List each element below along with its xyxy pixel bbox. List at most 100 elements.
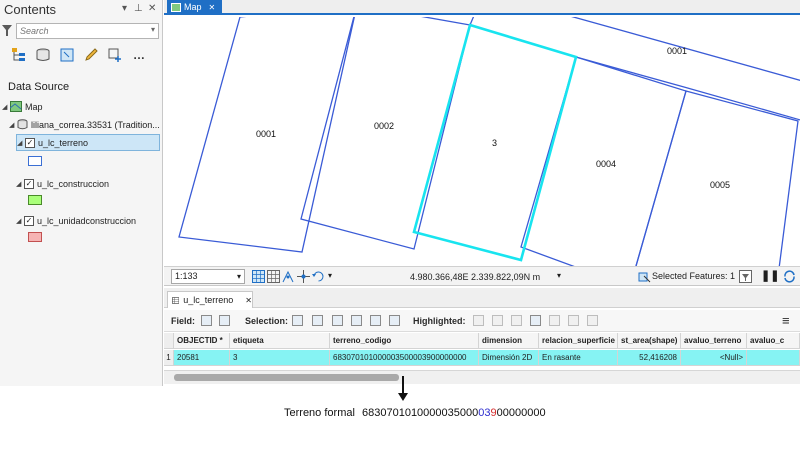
constraints-icon[interactable] — [282, 270, 295, 283]
calculate-field-icon[interactable] — [219, 315, 230, 326]
zoom-to-highlighted-icon[interactable] — [473, 315, 484, 326]
collapse-icon[interactable]: ◢ — [2, 103, 10, 111]
export-highlighted-icon[interactable] — [587, 315, 598, 326]
table-cell[interactable]: 683070101000003500003900000000 — [330, 350, 479, 366]
tree-item-layer-terreno[interactable]: ◢ ✓ u_lc_terreno — [16, 134, 160, 151]
pin-icon[interactable]: ⊥ — [134, 3, 143, 14]
select-by-attributes-icon[interactable] — [292, 315, 303, 326]
collapse-icon[interactable]: ◢ — [17, 139, 25, 147]
close-tab-icon[interactable]: ✕ — [245, 296, 252, 305]
visibility-checkbox[interactable]: ✓ — [25, 137, 35, 148]
table-grid-icon[interactable] — [267, 270, 280, 283]
unhighlight-icon[interactable] — [511, 315, 522, 326]
layer-symbol-swatch[interactable] — [28, 232, 42, 242]
parcel-0005[interactable] — [630, 90, 799, 266]
close-tab-icon[interactable]: ✕ — [209, 3, 216, 12]
switch-highlighted-icon[interactable] — [492, 315, 503, 326]
filter-icon[interactable] — [2, 25, 12, 37]
scale-dropdown[interactable]: 1:133 ▾ — [171, 269, 245, 284]
pause-drawing-icon[interactable]: ❚❚ — [761, 269, 779, 282]
selection-chip-icon[interactable] — [638, 270, 651, 283]
layer-symbol-swatch[interactable] — [28, 156, 42, 166]
snapping-icon[interactable] — [297, 270, 310, 283]
parcel-0002[interactable] — [300, 17, 471, 250]
table-cell[interactable]: 20581 — [174, 350, 230, 366]
zoom-to-selection-icon[interactable] — [312, 315, 323, 326]
column-header[interactable]: st_area(shape) — [618, 333, 681, 349]
filter-by-extent-icon[interactable] — [739, 270, 752, 283]
contents-toolbar: … — [10, 46, 148, 66]
layer-name: u_lc_terreno — [38, 137, 89, 148]
column-header[interactable]: OBJECTID * — [174, 333, 230, 349]
pane-menu-icon[interactable]: ▾ — [122, 3, 127, 14]
list-by-selection-icon[interactable] — [58, 46, 76, 64]
table-menu-icon[interactable]: ≡ — [782, 313, 790, 328]
selected-features-count[interactable]: Selected Features: 1 — [652, 271, 735, 281]
table-cell[interactable]: 3 — [230, 350, 330, 366]
search-dropdown-icon[interactable]: ▾ — [151, 25, 155, 34]
column-header[interactable]: avaluo_c — [747, 333, 800, 349]
column-header[interactable]: terreno_codigo — [330, 333, 479, 349]
close-icon[interactable]: ✕ — [148, 3, 156, 14]
search-field[interactable]: ▾ — [16, 23, 159, 39]
visibility-checkbox[interactable]: ✓ — [24, 215, 34, 226]
list-by-data-source-icon[interactable] — [34, 46, 52, 64]
copy-highlighted-icon[interactable] — [568, 315, 579, 326]
chevron-down-icon[interactable]: ▾ — [237, 270, 241, 283]
selection-label: Selection: — [245, 316, 289, 326]
tab-attribute-table[interactable]: u_lc_terreno ✕ — [167, 291, 253, 308]
list-by-drawing-order-icon[interactable] — [10, 46, 28, 64]
visibility-checkbox[interactable]: ✓ — [24, 178, 34, 189]
list-by-snapping-icon[interactable] — [106, 46, 124, 64]
grid-icon[interactable] — [252, 270, 265, 283]
column-header[interactable]: avaluo_terreno — [681, 333, 747, 349]
clear-selection-icon[interactable] — [351, 315, 362, 326]
parcel-label: 0001 — [256, 129, 276, 139]
collapse-icon[interactable]: ◢ — [16, 217, 24, 225]
layer-symbol-swatch[interactable] — [28, 195, 42, 205]
map-drawing[interactable]: 0001 0002 3 0004 0005 0001 — [164, 17, 800, 266]
delete-selection-icon[interactable] — [370, 315, 381, 326]
refresh-snap-icon[interactable] — [312, 270, 325, 283]
refresh-icon[interactable] — [783, 270, 796, 283]
table-cell[interactable]: <Null> — [681, 350, 747, 366]
copy-selection-icon[interactable] — [389, 315, 400, 326]
add-field-icon[interactable] — [201, 315, 212, 326]
scrollbar-thumb[interactable] — [174, 374, 399, 381]
switch-selection-icon[interactable] — [332, 315, 343, 326]
table-cell[interactable]: En rasante — [539, 350, 618, 366]
tree-item-layer-unidadconstruccion[interactable]: ◢ ✓ u_lc_unidadconstruccion — [16, 213, 136, 228]
delete-highlighted-icon[interactable] — [549, 315, 560, 326]
parcel-label: 3 — [492, 138, 497, 148]
chevron-down-icon[interactable]: ▾ — [328, 271, 332, 280]
map-icon — [171, 2, 181, 12]
row-header-corner — [164, 333, 174, 349]
column-header[interactable]: relacion_superficie — [539, 333, 618, 349]
parcel-label: 0001 — [667, 46, 687, 56]
collapse-icon[interactable]: ◢ — [9, 121, 17, 129]
search-input[interactable] — [17, 24, 137, 38]
caption-value: 683070101000003500003900000000 — [362, 407, 546, 419]
collapse-icon[interactable]: ◢ — [16, 180, 24, 188]
column-header[interactable]: etiqueta — [230, 333, 330, 349]
reselect-highlighted-icon[interactable] — [530, 315, 541, 326]
tree-item-database[interactable]: ◢ liliana_correa.33531 (Tradition... — [9, 117, 160, 132]
more-options-icon[interactable]: … — [130, 46, 148, 64]
attribute-grid[interactable]: OBJECTID * etiqueta terreno_codigo dimen… — [164, 333, 800, 369]
row-number[interactable]: 1 — [164, 350, 174, 366]
map-canvas[interactable]: 0001 0002 3 0004 0005 0001 — [164, 17, 800, 266]
tree-item-layer-construccion[interactable]: ◢ ✓ u_lc_construccion — [16, 176, 109, 191]
table-tab-strip: u_lc_terreno ✕ — [164, 288, 800, 308]
list-by-editing-icon[interactable] — [82, 46, 100, 64]
table-row[interactable]: 1 20581 3 683070101000003500003900000000… — [164, 350, 800, 366]
table-cell[interactable] — [747, 350, 800, 366]
table-cell[interactable]: 52,416208 — [618, 350, 681, 366]
tree-item-map[interactable]: ◢ Map — [2, 99, 43, 114]
tab-map[interactable]: Map ✕ — [167, 0, 222, 14]
layer-name: u_lc_construccion — [37, 178, 110, 189]
column-header[interactable]: dimension — [479, 333, 539, 349]
parcel-0001-top[interactable] — [469, 17, 800, 121]
table-cell[interactable]: Dimensión 2D — [479, 350, 539, 366]
horizontal-scrollbar[interactable] — [164, 370, 800, 384]
chevron-down-icon[interactable]: ▾ — [557, 271, 561, 280]
